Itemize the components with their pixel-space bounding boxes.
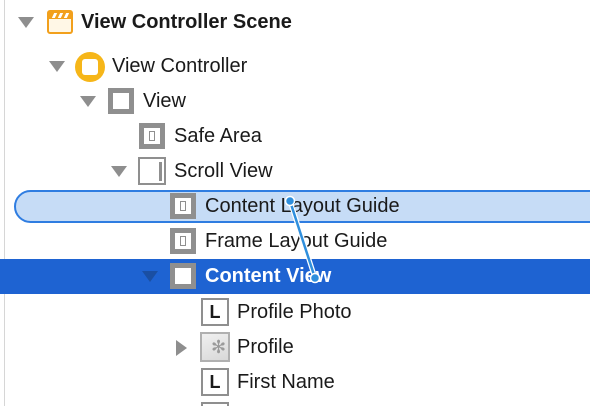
outline-item-label: Profile Photo — [237, 301, 352, 323]
layout-guide-icon — [170, 228, 196, 254]
outline-row-view-controller[interactable]: View Controller — [0, 49, 590, 84]
outline-item-label: View Controller — [112, 55, 248, 77]
disclosure-triangle-down-icon[interactable] — [18, 17, 34, 28]
layout-guide-icon — [139, 123, 165, 149]
outline-item-label: View — [143, 90, 186, 112]
outline-item-label: Frame Layout Guide — [205, 230, 388, 252]
disclosure-triangle-down-icon[interactable] — [142, 271, 158, 282]
layout-guide-icon — [170, 193, 196, 219]
disclosure-triangle-down-icon[interactable] — [111, 166, 127, 177]
scene-title: View Controller Scene — [81, 11, 292, 33]
outline-row-scroll-view[interactable]: Scroll View — [0, 154, 590, 189]
scroll-view-icon — [138, 157, 166, 185]
outline-row-profile[interactable]: ✻ Profile — [0, 330, 590, 365]
view-icon — [108, 88, 134, 114]
outline-item-label: First Name — [237, 371, 335, 393]
disclosure-triangle-down-icon[interactable] — [80, 96, 96, 107]
storyboard-scene-icon — [47, 10, 73, 34]
outline-row-first-name[interactable]: L First Name — [0, 365, 590, 400]
label-icon: L — [201, 368, 229, 396]
outline-item-label: Profile — [237, 336, 294, 358]
outline-row-view-controller-scene[interactable]: View Controller Scene — [0, 5, 590, 40]
outline-row-partial — [201, 402, 229, 406]
view-icon — [170, 263, 196, 289]
disclosure-triangle-down-icon[interactable] — [49, 61, 65, 72]
outline-item-label: Scroll View — [174, 160, 273, 182]
view-controller-icon — [75, 52, 105, 82]
outline-item-label: Content Layout Guide — [205, 195, 400, 217]
disclosure-triangle-right-icon[interactable] — [176, 340, 187, 356]
document-outline: View Controller Scene View Controller Vi… — [0, 0, 590, 406]
outline-row-content-view[interactable]: Content View — [0, 259, 590, 294]
outline-row-frame-layout-guide[interactable]: Frame Layout Guide — [0, 224, 590, 259]
outline-row-safe-area[interactable]: Safe Area — [0, 119, 590, 154]
outline-item-label: Safe Area — [174, 125, 262, 147]
outline-item-label: Content View — [205, 265, 332, 287]
outline-row-profile-photo[interactable]: L Profile Photo — [0, 295, 590, 330]
label-icon: L — [201, 298, 229, 326]
outline-row-view[interactable]: View — [0, 84, 590, 119]
image-view-icon: ✻ — [200, 332, 230, 362]
outline-row-content-layout-guide[interactable]: Content Layout Guide — [0, 189, 590, 224]
